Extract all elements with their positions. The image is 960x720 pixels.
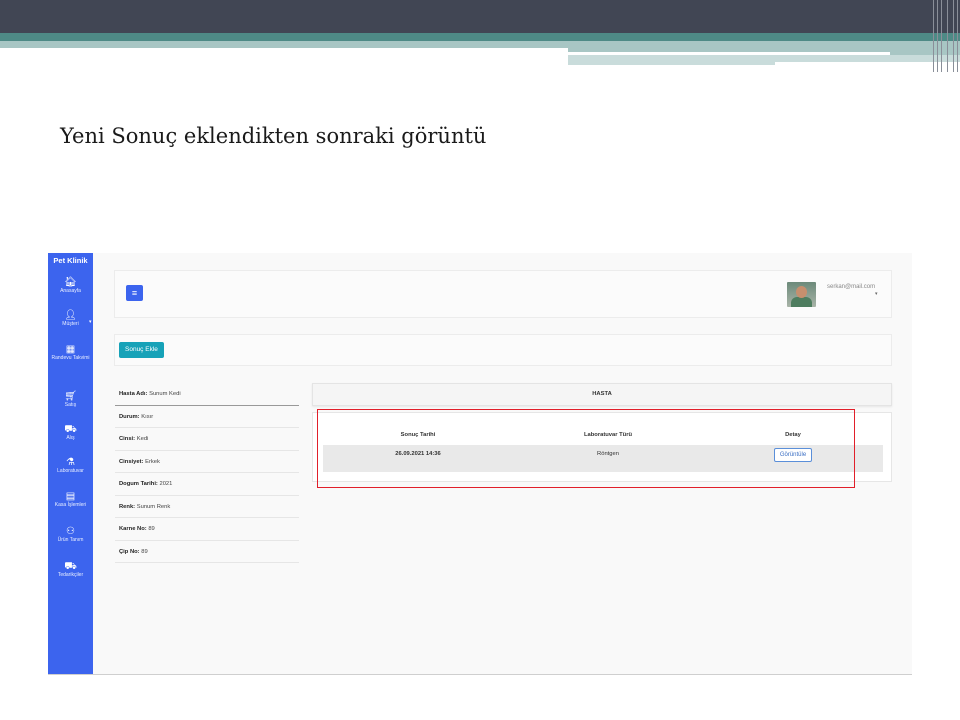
action-bar: Sonuç Ekle (114, 334, 892, 366)
info-label: Karne No: (119, 526, 147, 532)
home-icon: 🏠︎ (64, 277, 77, 288)
patient-info-row: Hasta Adı: Sunum Kedi (115, 383, 299, 406)
add-result-button[interactable]: Sonuç Ekle (119, 342, 164, 358)
slide-accent-bar-light (0, 41, 568, 48)
sidebar: Pet Klinik 🏠︎ Anasayfa 👤︎ Müşteri ▾ ▦ Ra… (48, 253, 93, 674)
info-value: 2021 (159, 481, 173, 487)
info-label: Renk: (119, 503, 136, 510)
patient-info-row: Cinsi: Kedi (115, 428, 299, 451)
slide-header-bar (0, 0, 960, 33)
chevron-down-icon[interactable]: ▾ (875, 291, 878, 297)
sidebar-item-anasayfa[interactable]: 🏠︎ Anasayfa (48, 277, 93, 295)
sidebar-item-label: Ürün Tanım (57, 537, 84, 543)
patient-info-row: Durum: Kısır (115, 406, 299, 428)
sidebar-item-label: Alış (66, 435, 75, 441)
avatar-body (791, 297, 812, 307)
sidebar-item-kasa[interactable]: ▤ Kasa İşlemleri (48, 491, 93, 509)
sidebar-item-label: Kasa İşlemleri (54, 502, 87, 508)
truck-icon: ⛟ (64, 424, 77, 435)
patient-info-row: Çip No: 89 (115, 541, 299, 563)
info-label: Cinsi: (119, 436, 136, 442)
slide-title: Yeni Sonuç eklendikten sonraki görüntü (60, 124, 487, 148)
info-value: 89 (141, 548, 148, 555)
info-value: Kedi (136, 436, 149, 442)
menu-toggle-button[interactable]: ≡ (126, 285, 143, 301)
highlight-box (317, 409, 855, 488)
slide-accent-line (568, 52, 890, 55)
truck-icon: ⛟ (64, 561, 77, 572)
flask-icon: ⚗ (66, 457, 75, 468)
patient-info-row: Karne No: 89 (115, 518, 299, 541)
info-label: Cinsiyet: (119, 458, 144, 465)
info-value: Sunum Kedi (149, 391, 181, 397)
sidebar-item-alis[interactable]: ⛟ Alış (48, 424, 93, 442)
calendar-icon: ▦ (65, 344, 76, 355)
info-value: Erkek (145, 458, 160, 465)
info-value: Sunum Renk (136, 503, 171, 510)
avatar-head (796, 286, 807, 298)
cash-icon: ▤ (65, 491, 76, 502)
user-icon: 👤︎ (64, 310, 77, 321)
patient-info-list: Hasta Adı: Sunum Kedi Durum: Kısır Cinsi… (115, 383, 299, 563)
brand-logo[interactable]: Pet Klinik (48, 256, 93, 265)
patient-info-row: Cinsiyet: Erkek (115, 451, 299, 473)
sidebar-item-label: Satış (64, 402, 77, 408)
basket-icon: 🛒︎ (64, 391, 77, 402)
app-screenshot: Pet Klinik 🏠︎ Anasayfa 👤︎ Müşteri ▾ ▦ Ra… (48, 253, 912, 675)
sidebar-item-musteri[interactable]: 👤︎ Müşteri (48, 310, 93, 328)
sidebar-item-label: Laboratuvar (57, 468, 84, 474)
info-label: Hasta Adı: (119, 391, 148, 397)
sidebar-item-satis[interactable]: 🛒︎ Satış (48, 391, 93, 409)
sidebar-item-laboratuvar[interactable]: ⚗ Laboratuvar (48, 457, 93, 475)
sidebar-item-label: Randevu Takvimi (51, 355, 90, 361)
patient-info-row: Renk: Sunum Renk (115, 496, 299, 518)
info-value: 89 (148, 526, 155, 532)
top-header: ≡ serkan@mail.com ▾ (114, 270, 892, 318)
user-email[interactable]: serkan@mail.com (827, 284, 875, 290)
avatar[interactable] (787, 282, 816, 307)
sidebar-item-tedarikciler[interactable]: ⛟ Tedarikçiler (48, 561, 93, 579)
slide-accent-bar (0, 33, 960, 41)
sidebar-item-label: Müşteri (62, 321, 79, 327)
chevron-down-icon: ▾ (89, 319, 92, 325)
info-value: Kısır (141, 413, 154, 420)
info-label: Dogum Tarihi: (119, 481, 158, 487)
sidebar-item-label: Anasayfa (60, 288, 81, 294)
patient-info-row: Dogum Tarihi: 2021 (115, 473, 299, 496)
sidebar-item-randevu[interactable]: ▦ Randevu Takvimi (48, 344, 93, 362)
section-title: HASTA (312, 383, 892, 406)
slide-decoration (930, 0, 960, 72)
sidebar-item-urun-tanim[interactable]: ⚇ Ürün Tanım (48, 526, 93, 544)
info-label: Çip No: (119, 548, 140, 555)
sidebar-item-label: Tedarikçiler (57, 572, 84, 578)
people-carry-icon: ⚇ (66, 526, 75, 537)
info-label: Durum: (119, 413, 140, 420)
